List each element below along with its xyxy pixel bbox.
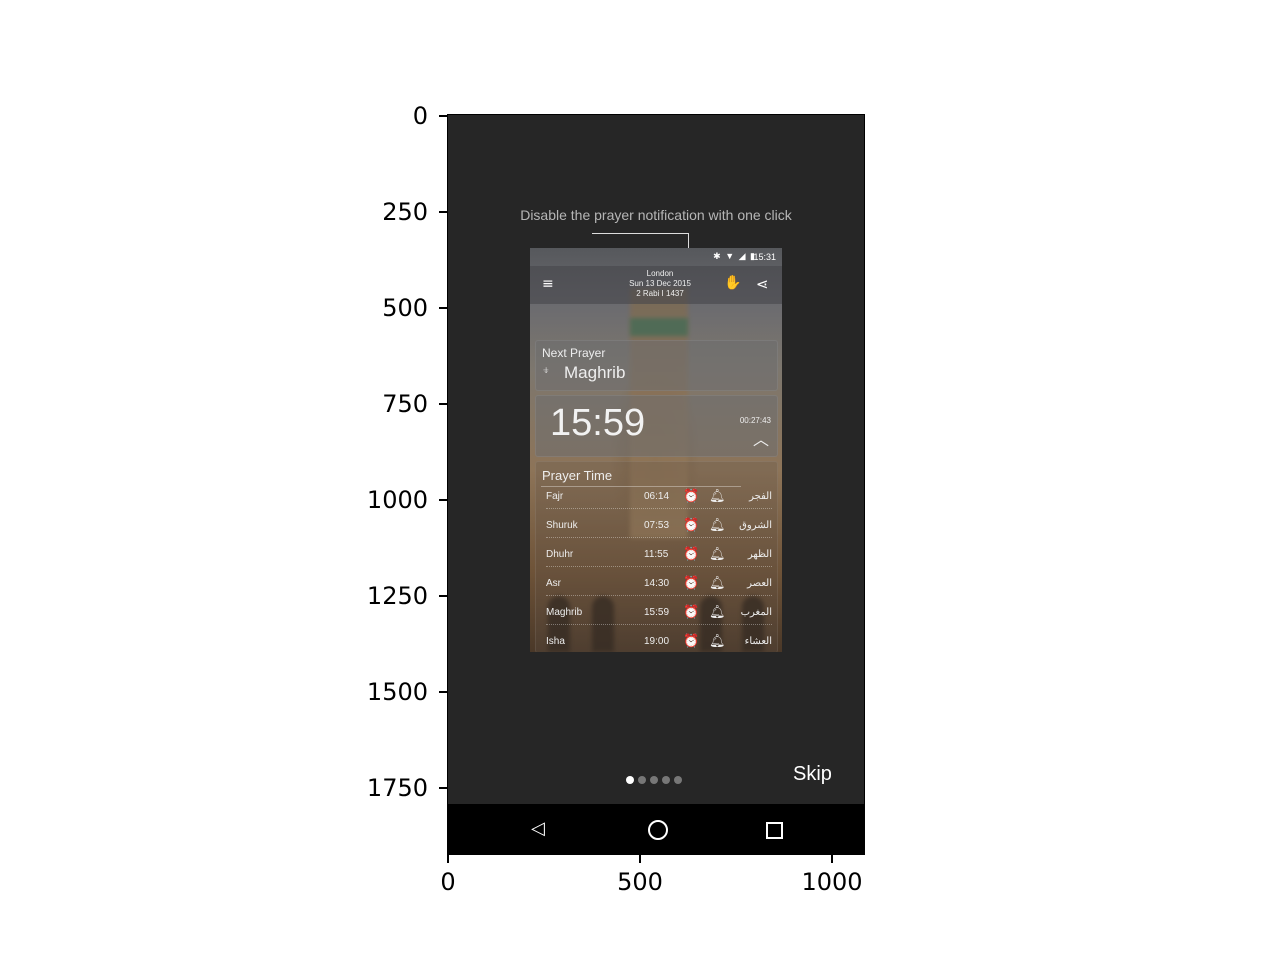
alarm-clock-icon[interactable]: ⏰ <box>683 575 699 591</box>
onboarding-hint: Disable the prayer notification with one… <box>520 207 792 223</box>
prayer-time-title: Prayer Time <box>542 468 613 483</box>
prayer-name-arabic: المغرب <box>740 607 772 618</box>
prayer-row: Isha 19:00 ⏰ 🔔︎ العشاء <box>546 633 772 652</box>
bell-icon[interactable]: 🔔︎ <box>709 488 726 504</box>
page-dot[interactable] <box>650 776 658 784</box>
bell-icon[interactable]: 🔔︎ <box>709 633 726 649</box>
bell-icon[interactable]: 🔔︎ <box>709 517 726 533</box>
minaret-band <box>630 318 688 336</box>
recent-apps-icon[interactable] <box>766 822 783 839</box>
y-tick <box>439 691 447 693</box>
page-dot[interactable] <box>662 776 670 784</box>
prayer-time: 15:59 <box>644 607 670 618</box>
y-tick-label: 500 <box>382 294 428 322</box>
prayer-name: Shuruk <box>546 520 578 531</box>
bell-icon[interactable]: 🔔︎ <box>709 604 726 620</box>
prayer-time: 11:55 <box>644 549 669 560</box>
x-tick <box>831 855 833 863</box>
city-label: London <box>646 269 674 278</box>
y-tick <box>439 499 447 501</box>
prayer-time: 06:14 <box>644 491 670 502</box>
prayer-name-arabic: الشروق <box>739 520 772 531</box>
x-tick-label: 1000 <box>801 868 863 896</box>
next-prayer-name: Maghrib <box>564 363 626 382</box>
skip-button[interactable]: Skip <box>793 763 832 786</box>
prayer-row: Asr 14:30 ⏰ 🔔︎ العصر <box>546 575 772 596</box>
share-icon[interactable]: ⋖ <box>756 275 772 293</box>
y-tick-label: 1750 <box>366 774 428 802</box>
alarm-clock-icon[interactable]: ⏰ <box>683 604 699 620</box>
prayer-name-arabic: العشاء <box>744 636 772 647</box>
y-tick <box>439 403 447 405</box>
x-tick <box>447 855 449 863</box>
alarm-clock-icon[interactable]: ⏰ <box>683 488 699 504</box>
y-tick-label: 1250 <box>366 582 428 610</box>
page-dot[interactable] <box>638 776 646 784</box>
sunset-icon: ⍖ <box>542 363 550 378</box>
location-date: London Sun 13 Dec 2015 2 Rabi I 1437 <box>600 269 720 299</box>
status-time: 15:31 <box>753 252 776 262</box>
app-preview: ✱ ▼ ◢ ▮ 15:31 ≡ London Sun 13 Dec 2015 2… <box>530 248 782 652</box>
y-tick <box>439 787 447 789</box>
menu-icon[interactable]: ≡ <box>542 277 556 291</box>
hand-icon[interactable]: ✋ <box>724 275 741 293</box>
countdown: 00:27:43 <box>739 416 771 425</box>
prayer-name: Maghrib <box>546 607 583 618</box>
prayer-name-arabic: الظهر <box>747 549 772 560</box>
hijri-date: 2 Rabi I 1437 <box>636 289 684 298</box>
prayer-row: Dhuhr 11:55 ⏰ 🔔︎ الظهر <box>546 546 772 567</box>
page-indicator <box>626 769 686 784</box>
y-tick-label: 250 <box>382 198 428 226</box>
prayer-name: Asr <box>546 578 561 589</box>
y-tick-label: 0 <box>412 102 428 130</box>
x-tick <box>639 855 641 863</box>
prayer-row: Fajr 06:14 ⏰ 🔔︎ الفجر <box>546 488 772 509</box>
next-prayer-card[interactable]: Next Prayer ⍖ Maghrib <box>535 340 778 391</box>
page-dot-active[interactable] <box>626 776 634 784</box>
prayer-row: Maghrib 15:59 ⏰ 🔔︎ المغرب <box>546 604 772 625</box>
y-tick <box>439 307 447 309</box>
alarm-clock-icon[interactable]: ⏰ <box>683 546 699 562</box>
time-card[interactable]: 15:59 00:27:43 ︿ <box>535 395 778 457</box>
y-tick-label: 1000 <box>366 486 428 514</box>
y-tick <box>439 211 447 213</box>
prayer-time-card: Prayer Time Fajr 06:14 ⏰ 🔔︎ الفجر Shuruk… <box>535 461 778 652</box>
y-tick <box>439 115 447 117</box>
y-tick-label: 1500 <box>366 678 428 706</box>
home-icon[interactable] <box>648 820 668 840</box>
page-dot[interactable] <box>674 776 682 784</box>
prayer-name: Dhuhr <box>546 549 574 560</box>
prayer-time: 19:00 <box>644 636 670 647</box>
bell-icon[interactable]: 🔔︎ <box>709 575 726 591</box>
alarm-clock-icon[interactable]: ⏰ <box>683 517 699 533</box>
bell-icon[interactable]: 🔔︎ <box>709 546 726 562</box>
prayer-name: Isha <box>546 636 565 647</box>
x-tick-label: 0 <box>440 868 456 896</box>
y-tick-label: 750 <box>382 390 428 418</box>
prayer-name: Fajr <box>546 491 564 502</box>
next-prayer-label: Next Prayer <box>542 346 606 360</box>
prayer-time-big: 15:59 <box>550 402 646 444</box>
prayer-row: Shuruk 07:53 ⏰ 🔔︎ الشروق <box>546 517 772 538</box>
phone-screen: Disable the prayer notification with one… <box>447 114 865 855</box>
status-icons: ✱ ▼ ◢ ▮ <box>713 251 756 261</box>
y-tick <box>439 595 447 597</box>
prayer-name-arabic: الفجر <box>749 491 772 502</box>
gregorian-date: Sun 13 Dec 2015 <box>629 279 691 288</box>
back-icon[interactable]: ◁ <box>531 819 551 839</box>
app-bar: ≡ London Sun 13 Dec 2015 2 Rabi I 1437 ✋… <box>530 266 782 304</box>
status-bar: ✱ ▼ ◢ ▮ 15:31 <box>530 248 782 266</box>
alarm-clock-icon[interactable]: ⏰ <box>683 633 699 649</box>
divider <box>541 486 741 487</box>
prayer-name-arabic: العصر <box>747 578 772 589</box>
chevron-up-icon[interactable]: ︿ <box>753 426 771 449</box>
callout-line <box>592 233 688 234</box>
prayer-time: 07:53 <box>644 520 670 531</box>
x-tick-label: 500 <box>617 868 663 896</box>
navigation-bar: ◁ <box>448 804 864 854</box>
prayer-time: 14:30 <box>644 578 670 589</box>
